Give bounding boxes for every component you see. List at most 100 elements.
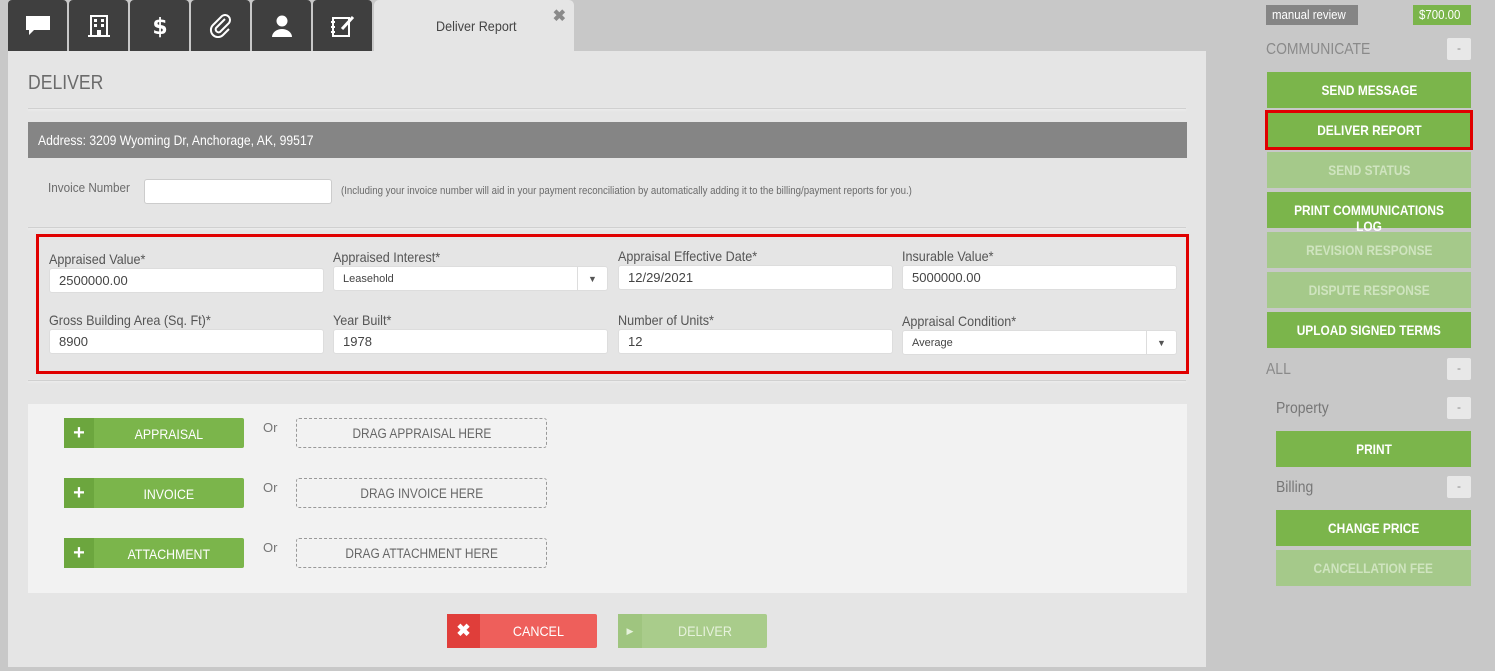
user-icon	[271, 15, 292, 37]
add-invoice-button[interactable]: + INVOICE	[64, 478, 244, 508]
deliver-button[interactable]: ▶ DELIVER	[618, 614, 767, 648]
price-text: $700.00	[1419, 7, 1461, 22]
property-collapse-button[interactable]: -	[1447, 397, 1471, 419]
invoice-note: (Including your invoice number will aid …	[341, 185, 912, 197]
paperclip-icon	[209, 13, 231, 38]
deliver-label: DELIVER	[677, 623, 732, 639]
play-icon: ▶	[618, 614, 642, 648]
tab-billing[interactable]: $	[130, 0, 189, 51]
close-icon[interactable]: ✖	[553, 6, 566, 26]
attachment-dropzone-label: DRAG ATTACHMENT HERE	[345, 546, 498, 561]
property-heading: Property	[1276, 400, 1329, 417]
tab-property[interactable]	[69, 0, 128, 51]
plus-icon: +	[64, 478, 94, 508]
invoice-number-label: Invoice Number	[48, 180, 130, 195]
price-badge: $700.00	[1413, 5, 1471, 25]
gross-area-group: Gross Building Area (Sq. Ft)* 8900	[49, 312, 324, 354]
close-icon: ✖	[447, 614, 480, 648]
deliver-report-button[interactable]: DELIVER REPORT	[1265, 110, 1473, 150]
appraised-interest-select[interactable]: Leasehold ▼	[333, 266, 608, 291]
add-appraisal-button[interactable]: + APPRAISAL	[64, 418, 244, 448]
divider	[28, 108, 1186, 109]
send-message-label: SEND MESSAGE	[1321, 82, 1417, 98]
add-attachment-label: ATTACHMENT	[127, 546, 211, 562]
appraised-value-label: Appraised Value*	[49, 251, 146, 267]
insurable-value-label: Insurable Value*	[902, 248, 994, 264]
dispute-response-button[interactable]: DISPUTE RESPONSE	[1267, 272, 1471, 308]
units-group: Number of Units* 12	[618, 312, 893, 354]
tab-deliver-report-label: Deliver Report	[436, 18, 517, 34]
address-bar: Address: 3209 Wyoming Dr, Anchorage, AK,…	[28, 122, 1187, 158]
tab-messages[interactable]	[8, 0, 67, 51]
billing-collapse-button[interactable]: -	[1447, 476, 1471, 498]
page-title: DELIVER	[28, 72, 104, 94]
invoice-number-input[interactable]	[144, 179, 332, 204]
appraisal-dropzone-label: DRAG APPRAISAL HERE	[352, 426, 491, 441]
print-communications-log-button[interactable]: PRINT COMMUNICATIONS LOG	[1267, 192, 1471, 234]
appraisal-dropzone[interactable]: DRAG APPRAISAL HERE	[296, 418, 547, 448]
or-label: Or	[263, 540, 278, 555]
effective-date-input[interactable]: 12/29/2021	[618, 265, 893, 290]
upload-signed-terms-label: UPLOAD SIGNED TERMS	[1296, 322, 1442, 338]
all-heading: ALL	[1266, 361, 1291, 378]
address-text: Address: 3209 Wyoming Dr, Anchorage, AK,…	[38, 133, 314, 148]
cancellation-fee-button[interactable]: CANCELLATION FEE	[1276, 550, 1471, 586]
tab-notes[interactable]	[313, 0, 372, 51]
building-icon	[87, 14, 110, 37]
appraised-interest-label: Appraised Interest*	[333, 249, 441, 265]
cancel-label: CANCEL	[512, 623, 565, 639]
send-status-button[interactable]: SEND STATUS	[1267, 152, 1471, 188]
change-price-label: CHANGE PRICE	[1327, 520, 1420, 536]
change-price-button[interactable]: CHANGE PRICE	[1276, 510, 1471, 546]
all-collapse-button[interactable]: -	[1447, 358, 1471, 380]
insurable-value-group: Insurable Value* 5000000.00	[902, 248, 1177, 290]
chevron-down-icon[interactable]: ▼	[1146, 331, 1176, 354]
upload-signed-terms-button[interactable]: UPLOAD SIGNED TERMS	[1267, 312, 1471, 348]
upload-area: + APPRAISAL Or DRAG APPRAISAL HERE + INV…	[28, 404, 1187, 593]
units-input[interactable]: 12	[618, 329, 893, 354]
add-appraisal-label: APPRAISAL	[134, 426, 204, 442]
status-text: manual review	[1272, 7, 1346, 22]
chevron-down-icon[interactable]: ▼	[577, 267, 607, 290]
appraised-interest-group: Appraised Interest* Leasehold ▼	[333, 249, 608, 291]
chat-icon	[25, 15, 50, 35]
send-status-label: SEND STATUS	[1327, 162, 1411, 178]
condition-group: Appraisal Condition* Average ▼	[902, 313, 1177, 355]
appraised-value-group: Appraised Value* 2500000.00	[49, 251, 324, 293]
appraisal-fields-section: Appraised Value* 2500000.00 Appraised In…	[36, 234, 1189, 374]
deliver-panel: DELIVER Address: 3209 Wyoming Dr, Anchor…	[8, 51, 1206, 667]
gross-area-label: Gross Building Area (Sq. Ft)*	[49, 312, 211, 328]
plus-icon: +	[64, 538, 94, 568]
invoice-dropzone-label: DRAG INVOICE HERE	[360, 486, 483, 501]
year-built-input[interactable]: 1978	[333, 329, 608, 354]
billing-heading: Billing	[1276, 479, 1314, 496]
communicate-collapse-button[interactable]: -	[1447, 38, 1471, 60]
status-badge: manual review	[1266, 5, 1358, 25]
tab-attachments[interactable]	[191, 0, 250, 51]
add-invoice-label: INVOICE	[143, 486, 195, 502]
send-message-button[interactable]: SEND MESSAGE	[1267, 72, 1471, 108]
tab-deliver-report[interactable]: Deliver Report ✖	[374, 0, 574, 51]
insurable-value-input[interactable]: 5000000.00	[902, 265, 1177, 290]
units-label: Number of Units*	[618, 312, 714, 328]
invoice-dropzone[interactable]: DRAG INVOICE HERE	[296, 478, 547, 508]
revision-response-label: REVISION RESPONSE	[1305, 242, 1433, 258]
divider	[28, 227, 1186, 228]
add-attachment-button[interactable]: + ATTACHMENT	[64, 538, 244, 568]
gross-area-input[interactable]: 8900	[49, 329, 324, 354]
divider	[28, 380, 1186, 381]
condition-value: Average	[912, 337, 953, 349]
appraised-value-input[interactable]: 2500000.00	[49, 268, 324, 293]
print-button[interactable]: PRINT	[1276, 431, 1471, 467]
tab-contacts[interactable]	[252, 0, 311, 51]
year-built-label: Year Built*	[333, 312, 392, 328]
dollar-icon: $	[152, 15, 167, 39]
cancel-button[interactable]: ✖ CANCEL	[447, 614, 597, 648]
attachment-dropzone[interactable]: DRAG ATTACHMENT HERE	[296, 538, 547, 568]
revision-response-button[interactable]: REVISION RESPONSE	[1267, 232, 1471, 268]
or-label: Or	[263, 480, 278, 495]
print-label: PRINT	[1355, 441, 1392, 457]
condition-label: Appraisal Condition*	[902, 313, 1017, 329]
effective-date-group: Appraisal Effective Date* 12/29/2021	[618, 248, 893, 290]
condition-select[interactable]: Average ▼	[902, 330, 1177, 355]
